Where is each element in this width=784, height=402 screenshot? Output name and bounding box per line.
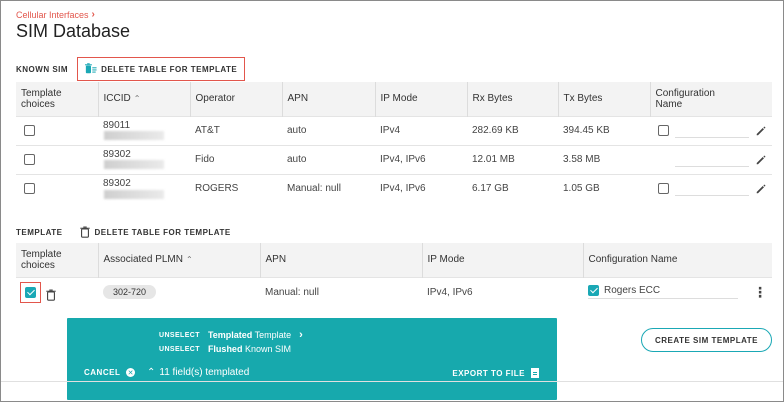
trash-icon	[79, 226, 90, 238]
known-sim-table: Template choices ICCID ⌃ Operator APN IP M…	[16, 82, 772, 203]
redacted-block	[104, 189, 164, 199]
template-snackbar: UNSELECT Templated Template › UNSELECT F…	[67, 318, 557, 400]
close-circle-icon: ✕	[126, 368, 136, 377]
template-delete-label: DELETE TABLE FOR TEMPLATE	[94, 227, 231, 237]
unselect-known-sim-button[interactable]: UNSELECT	[159, 346, 200, 353]
tx-value: 1.05 GB	[558, 173, 650, 203]
known-sim-header-row: Template choices ICCID ⌃ Operator APN IP M…	[16, 82, 772, 116]
trash-list-icon	[85, 63, 97, 74]
selected-choice	[20, 281, 41, 303]
col-config-name: Configuration Name	[583, 243, 772, 277]
apn-value: auto	[282, 115, 375, 145]
col-config-name: Configuration Name	[650, 82, 772, 116]
redacted-block	[104, 131, 164, 141]
breadcrumb-link[interactable]: Cellular Interfaces	[16, 10, 89, 20]
col-ip-mode: IP Mode	[422, 243, 584, 277]
templated-count[interactable]: ⌃ 11 field(s) templated	[147, 367, 249, 378]
known-sim-delete-button[interactable]: DELETE TABLE FOR TEMPLATE	[77, 57, 246, 81]
known-sim-bar: KNOWN SIM DELETE TABLE FOR TEMPLATE	[16, 57, 246, 81]
pencil-icon[interactable]	[755, 154, 767, 166]
redacted-block	[104, 160, 164, 170]
table-row: 89011 AT&T auto IPv4 282.69 KB 394.45 KB	[16, 115, 772, 145]
col-tx-bytes: Tx Bytes	[558, 82, 651, 116]
table-row: 89302 ROGERS Manual: null IPv4, IPv6 6.1…	[16, 173, 772, 203]
col-template-choices: Template choices	[16, 243, 99, 277]
chevron-right-icon: ›	[91, 9, 95, 20]
create-sim-template-button[interactable]: CREATE SIM TEMPLATE	[641, 328, 772, 352]
template-label: TEMPLATE	[16, 227, 63, 237]
config-checkbox[interactable]	[658, 183, 669, 195]
breadcrumb: Cellular Interfaces ›	[16, 9, 95, 20]
config-value: Rogers ECC	[604, 285, 661, 297]
template-delete-button[interactable]: DELETE TABLE FOR TEMPLATE	[73, 223, 237, 241]
col-ip-mode: IP Mode	[375, 82, 468, 116]
row-checkbox[interactable]	[24, 183, 35, 195]
template-table: Template choices Associated PLMN ⌃ APN IP …	[16, 243, 772, 307]
row-checkbox-checked[interactable]	[25, 286, 36, 298]
col-iccid[interactable]: ICCID ⌃	[98, 82, 191, 116]
divider	[1, 381, 783, 382]
col-template-choices: Template choices	[16, 82, 99, 116]
ip-mode-value: IPv4	[375, 115, 467, 145]
ip-mode-value: IPv4, IPv6	[375, 173, 467, 203]
pencil-icon[interactable]	[755, 125, 767, 137]
export-to-file-button[interactable]: EXPORT TO FILE	[452, 368, 539, 378]
config-field[interactable]: Rogers ECC	[588, 285, 738, 300]
known-sim-delete-label: DELETE TABLE FOR TEMPLATE	[101, 64, 238, 74]
config-input[interactable]	[675, 124, 749, 138]
apn-value: auto	[282, 144, 375, 174]
ip-mode-value: IPv4, IPv6	[375, 144, 467, 174]
operator-value: Fido	[190, 144, 282, 174]
apn-value: Manual: null	[282, 173, 375, 203]
iccid-value: 89302	[103, 177, 131, 189]
file-icon	[531, 368, 539, 378]
template-header-row: Template choices Associated PLMN ⌃ APN IP …	[16, 243, 772, 277]
col-apn: APN	[282, 82, 376, 116]
template-bar: TEMPLATE DELETE TABLE FOR TEMPLATE	[16, 223, 237, 241]
rx-value: 282.69 KB	[467, 115, 558, 145]
config-input[interactable]	[675, 153, 749, 167]
row-checkbox[interactable]	[24, 124, 35, 136]
rx-value: 12.01 MB	[467, 144, 558, 174]
table-row: 302-720 Manual: null IPv4, IPv6 Rogers E…	[16, 276, 772, 307]
col-apn: APN	[260, 243, 423, 277]
sort-up-icon[interactable]: ⌃	[186, 255, 193, 264]
snackbar-line-template: UNSELECT Templated Template ›	[159, 329, 303, 341]
pencil-icon[interactable]	[755, 183, 767, 195]
rx-value: 6.17 GB	[467, 173, 558, 203]
config-checkbox-checked[interactable]	[588, 285, 599, 297]
known-sim-label: KNOWN SIM	[16, 64, 69, 74]
apn-value: Manual: null	[260, 276, 422, 307]
col-rx-bytes: Rx Bytes	[467, 82, 559, 116]
unselect-template-button[interactable]: UNSELECT	[159, 332, 200, 339]
col-associated-plmn[interactable]: Associated PLMN ⌃	[98, 243, 261, 277]
iccid-value: 89011	[103, 119, 131, 131]
page-title: SIM Database	[16, 21, 131, 41]
tx-value: 3.58 MB	[558, 144, 650, 174]
cancel-button[interactable]: CANCEL ✕	[84, 368, 136, 377]
config-input[interactable]	[675, 182, 749, 196]
plmn-chip: 302-720	[103, 285, 157, 300]
ip-mode-value: IPv4, IPv6	[422, 276, 583, 307]
iccid-value: 89302	[103, 148, 131, 160]
more-vert-icon[interactable]: ⋮	[753, 285, 767, 299]
operator-value: AT&T	[190, 115, 282, 145]
sort-up-icon[interactable]: ⌃	[134, 94, 141, 103]
col-operator: Operator	[190, 82, 283, 116]
row-checkbox[interactable]	[24, 153, 35, 165]
operator-value: ROGERS	[190, 173, 282, 203]
tx-value: 394.45 KB	[558, 115, 650, 145]
table-row: 89302 Fido auto IPv4, IPv6 12.01 MB 3.58…	[16, 144, 772, 174]
chevron-up-icon: ⌃	[147, 367, 156, 378]
snackbar-line-known-sim: UNSELECT Flushed Known SIM	[159, 344, 291, 354]
trash-icon[interactable]	[45, 289, 57, 301]
config-checkbox[interactable]	[658, 125, 669, 136]
chevron-right-icon[interactable]: ›	[299, 329, 303, 341]
